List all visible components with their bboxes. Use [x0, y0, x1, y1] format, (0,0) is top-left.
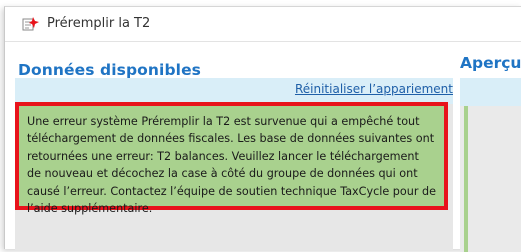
prefill-app-icon [22, 16, 40, 32]
error-message-text: Une erreur système Préremplir la T2 est … [27, 115, 436, 216]
preview-heading: Aperçu [460, 54, 521, 72]
left-panel-toolbar: Réinitialiser l’appariement [15, 78, 453, 104]
reset-matching-link[interactable]: Réinitialiser l’appariement [295, 82, 453, 96]
preview-content [460, 106, 521, 252]
preview-accent [464, 106, 468, 252]
title-bar: Préremplir la T2 [5, 7, 521, 42]
available-data-heading: Données disponibles [18, 61, 202, 79]
error-message-box: Une erreur système Préremplir la T2 est … [15, 102, 448, 215]
preview-toolbar [460, 78, 521, 106]
window-title: Préremplir la T2 [47, 16, 151, 31]
